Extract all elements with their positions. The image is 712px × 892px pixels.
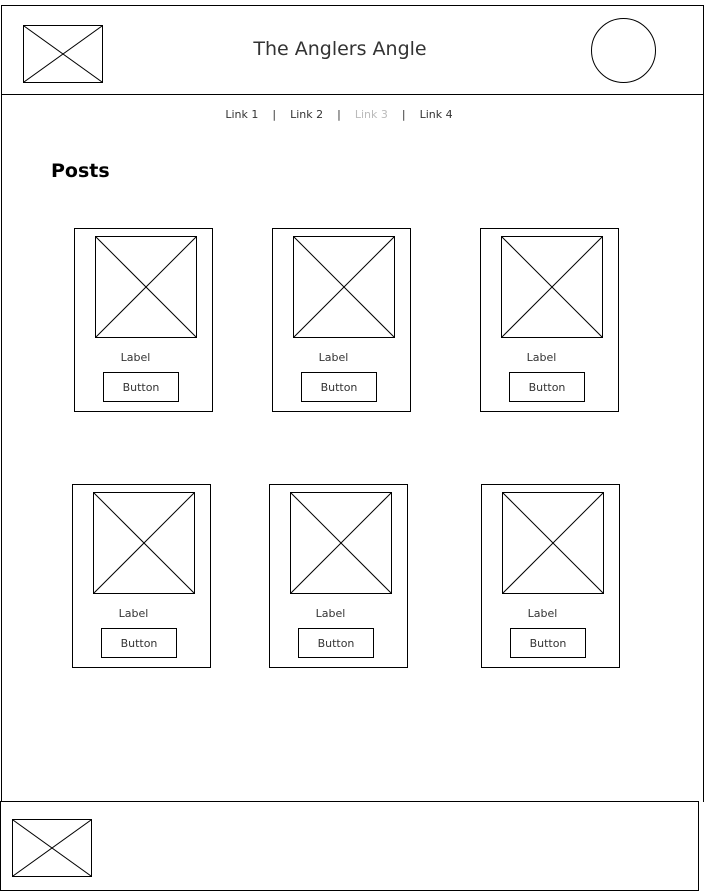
post-card-6[interactable]: Label Button (481, 484, 620, 668)
nav-link-1[interactable]: Link 1 (225, 108, 258, 121)
footer-bar (0, 801, 699, 891)
post-card-4[interactable]: Label Button (72, 484, 211, 668)
post-label: Label (120, 351, 151, 364)
post-image-placeholder-icon (293, 236, 395, 338)
post-button[interactable]: Button (298, 628, 374, 658)
site-title: The Anglers Angle (253, 38, 427, 60)
posts-heading: Posts (51, 160, 110, 182)
post-button[interactable]: Button (101, 628, 177, 658)
main-content-area (1, 94, 704, 802)
footer-logo-image-placeholder-icon[interactable] (12, 819, 92, 877)
post-card-5[interactable]: Label Button (269, 484, 408, 668)
post-label: Label (315, 607, 346, 620)
nav-separator: | (272, 108, 277, 121)
post-image-placeholder-icon (502, 492, 604, 594)
post-button[interactable]: Button (301, 372, 377, 402)
post-button[interactable]: Button (509, 372, 585, 402)
post-image-placeholder-icon (290, 492, 392, 594)
nav-link-3[interactable]: Link 3 (355, 108, 388, 121)
post-card-3[interactable]: Label Button (480, 228, 619, 412)
nav-bar: Link 1 | Link 2 | Link 3 | Link 4 (0, 108, 678, 121)
nav-separator: | (337, 108, 341, 121)
post-image-placeholder-icon (93, 492, 195, 594)
post-label: Label (526, 351, 557, 364)
post-card-1[interactable]: Label Button (74, 228, 213, 412)
avatar-circle-icon[interactable] (591, 18, 656, 83)
post-image-placeholder-icon (95, 236, 197, 338)
post-card-2[interactable]: Label Button (272, 228, 411, 412)
post-button[interactable]: Button (510, 628, 586, 658)
post-label: Label (318, 351, 349, 364)
post-label: Label (118, 607, 149, 620)
post-label: Label (527, 607, 558, 620)
nav-separator: | (401, 108, 406, 121)
post-button[interactable]: Button (103, 372, 179, 402)
logo-image-placeholder-icon[interactable] (23, 25, 103, 83)
post-image-placeholder-icon (501, 236, 603, 338)
nav-link-2[interactable]: Link 2 (290, 108, 323, 121)
nav-link-4[interactable]: Link 4 (420, 108, 453, 121)
